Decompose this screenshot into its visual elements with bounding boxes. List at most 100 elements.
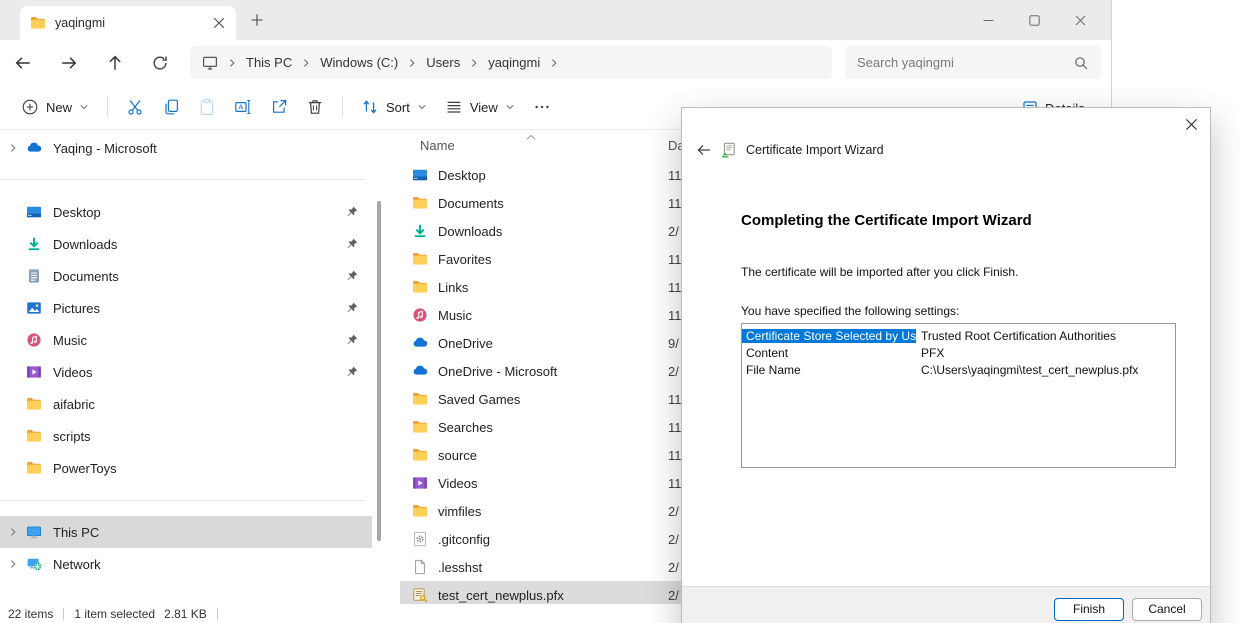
cancel-button[interactable]: Cancel (1132, 598, 1202, 621)
sidebar-item[interactable]: Desktop (0, 196, 372, 228)
window-controls (965, 0, 1103, 40)
finish-button[interactable]: Finish (1054, 598, 1124, 621)
rename-button[interactable]: A (225, 90, 261, 124)
cert-icon (412, 587, 428, 603)
file-name: Downloads (438, 224, 502, 239)
file-name: Favorites (438, 252, 491, 267)
sidebar-item[interactable]: Videos (0, 356, 372, 388)
music-icon (26, 332, 42, 348)
chevron-right-icon (549, 58, 559, 68)
breadcrumb-item[interactable]: Users (426, 55, 460, 70)
chevron-down-icon (417, 102, 427, 112)
search-box (845, 46, 1101, 79)
breadcrumb-item[interactable]: This PC (246, 55, 292, 70)
sidebar-item[interactable]: PowerToys (0, 452, 372, 484)
more-options-button[interactable] (524, 90, 560, 124)
setting-value: C:\Users\yaqingmi\test_cert_newplus.pfx (916, 363, 1138, 377)
refresh-button[interactable] (151, 54, 169, 72)
sidebar-item-label: aifabric (53, 397, 95, 412)
toolbar-divider (342, 96, 343, 118)
certificate-import-wizard-dialog: Certificate Import Wizard Completing the… (681, 107, 1211, 623)
back-button[interactable] (14, 54, 32, 72)
file-icon (412, 559, 428, 575)
sidebar-item-label: Videos (53, 365, 93, 380)
cut-button[interactable] (117, 90, 153, 124)
folder-icon (30, 15, 46, 31)
paste-icon (198, 98, 216, 116)
downloads-icon (26, 236, 42, 252)
sidebar-item-label: This PC (53, 525, 99, 540)
wizard-heading: Completing the Certificate Import Wizard (741, 212, 1032, 229)
dialog-back-button[interactable] (696, 142, 712, 158)
sidebar-item-label: scripts (53, 429, 91, 444)
sidebar-item-network[interactable]: Network (0, 548, 372, 580)
column-header-name[interactable]: Name (420, 138, 455, 153)
sidebar: Yaqing - Microsoft Desktop Downloads Do (0, 131, 372, 604)
forward-button[interactable] (60, 54, 78, 72)
desktop-icon (412, 167, 428, 183)
sidebar-item-this-pc[interactable]: This PC (0, 516, 372, 548)
copy-button[interactable] (153, 90, 189, 124)
chevron-right-icon[interactable] (8, 527, 18, 537)
sidebar-divider (0, 500, 365, 501)
this-pc-icon (202, 55, 218, 71)
new-button[interactable]: New (12, 90, 98, 124)
search-input[interactable] (857, 55, 1065, 70)
maximize-icon (1028, 14, 1041, 27)
sidebar-item[interactable]: Music (0, 324, 372, 356)
wizard-info-text: The certificate will be imported after y… (741, 265, 1018, 279)
chevron-right-icon[interactable] (8, 559, 18, 569)
sidebar-item-label: Yaqing - Microsoft (53, 141, 157, 156)
tab-title: yaqingmi (55, 16, 105, 30)
new-icon (21, 98, 39, 116)
chevron-down-icon (79, 102, 89, 112)
breadcrumb-item[interactable]: yaqingmi (488, 55, 540, 70)
item-count: 22 items (8, 607, 53, 621)
up-button[interactable] (106, 54, 124, 72)
chevron-right-icon (469, 58, 479, 68)
settings-row[interactable]: Content PFX (742, 344, 1175, 361)
paste-button[interactable] (189, 90, 225, 124)
sidebar-item[interactable]: scripts (0, 420, 372, 452)
window-close-button[interactable] (1057, 0, 1103, 40)
settings-row[interactable]: Certificate Store Selected by User Trust… (742, 327, 1175, 344)
dialog-close-button[interactable] (1184, 117, 1199, 132)
sort-icon (361, 98, 379, 116)
chevron-right-icon[interactable] (8, 143, 18, 153)
explorer-tab[interactable]: yaqingmi (20, 6, 236, 40)
sidebar-item-onedrive[interactable]: Yaqing - Microsoft (0, 132, 372, 164)
selection-size: 2.81 KB (164, 607, 207, 621)
folder-icon (412, 503, 428, 519)
chevron-down-icon (505, 102, 515, 112)
sort-ascending-icon (526, 132, 536, 142)
sidebar-item[interactable]: aifabric (0, 388, 372, 420)
settings-row[interactable]: File Name C:\Users\yaqingmi\test_cert_ne… (742, 361, 1175, 378)
maximize-button[interactable] (1011, 0, 1057, 40)
file-name: .gitconfig (438, 532, 490, 547)
search-icon (1073, 55, 1089, 71)
view-button-label: View (470, 100, 498, 115)
share-button[interactable] (261, 90, 297, 124)
minimize-button[interactable] (965, 0, 1011, 40)
new-tab-button[interactable] (250, 13, 264, 27)
tab-bar: yaqingmi (0, 0, 1111, 40)
onedrive-icon (26, 140, 42, 156)
sort-button[interactable]: Sort (352, 90, 436, 124)
cut-icon (126, 98, 144, 116)
file-name: Links (438, 280, 468, 295)
file-name: .lesshst (438, 560, 482, 575)
sidebar-scrollbar[interactable] (377, 201, 381, 541)
setting-key: Content (742, 346, 916, 360)
chevron-right-icon (407, 58, 417, 68)
file-name: vimfiles (438, 504, 481, 519)
delete-button[interactable] (297, 90, 333, 124)
sidebar-item[interactable]: Downloads (0, 228, 372, 260)
sidebar-item-label: Downloads (53, 237, 117, 252)
view-button[interactable]: View (436, 90, 524, 124)
sidebar-item[interactable]: Documents (0, 260, 372, 292)
sidebar-item[interactable]: Pictures (0, 292, 372, 324)
tab-close-icon[interactable] (212, 16, 226, 30)
breadcrumb-item[interactable]: Windows (C:) (320, 55, 398, 70)
pin-icon (345, 237, 359, 251)
share-icon (270, 98, 288, 116)
